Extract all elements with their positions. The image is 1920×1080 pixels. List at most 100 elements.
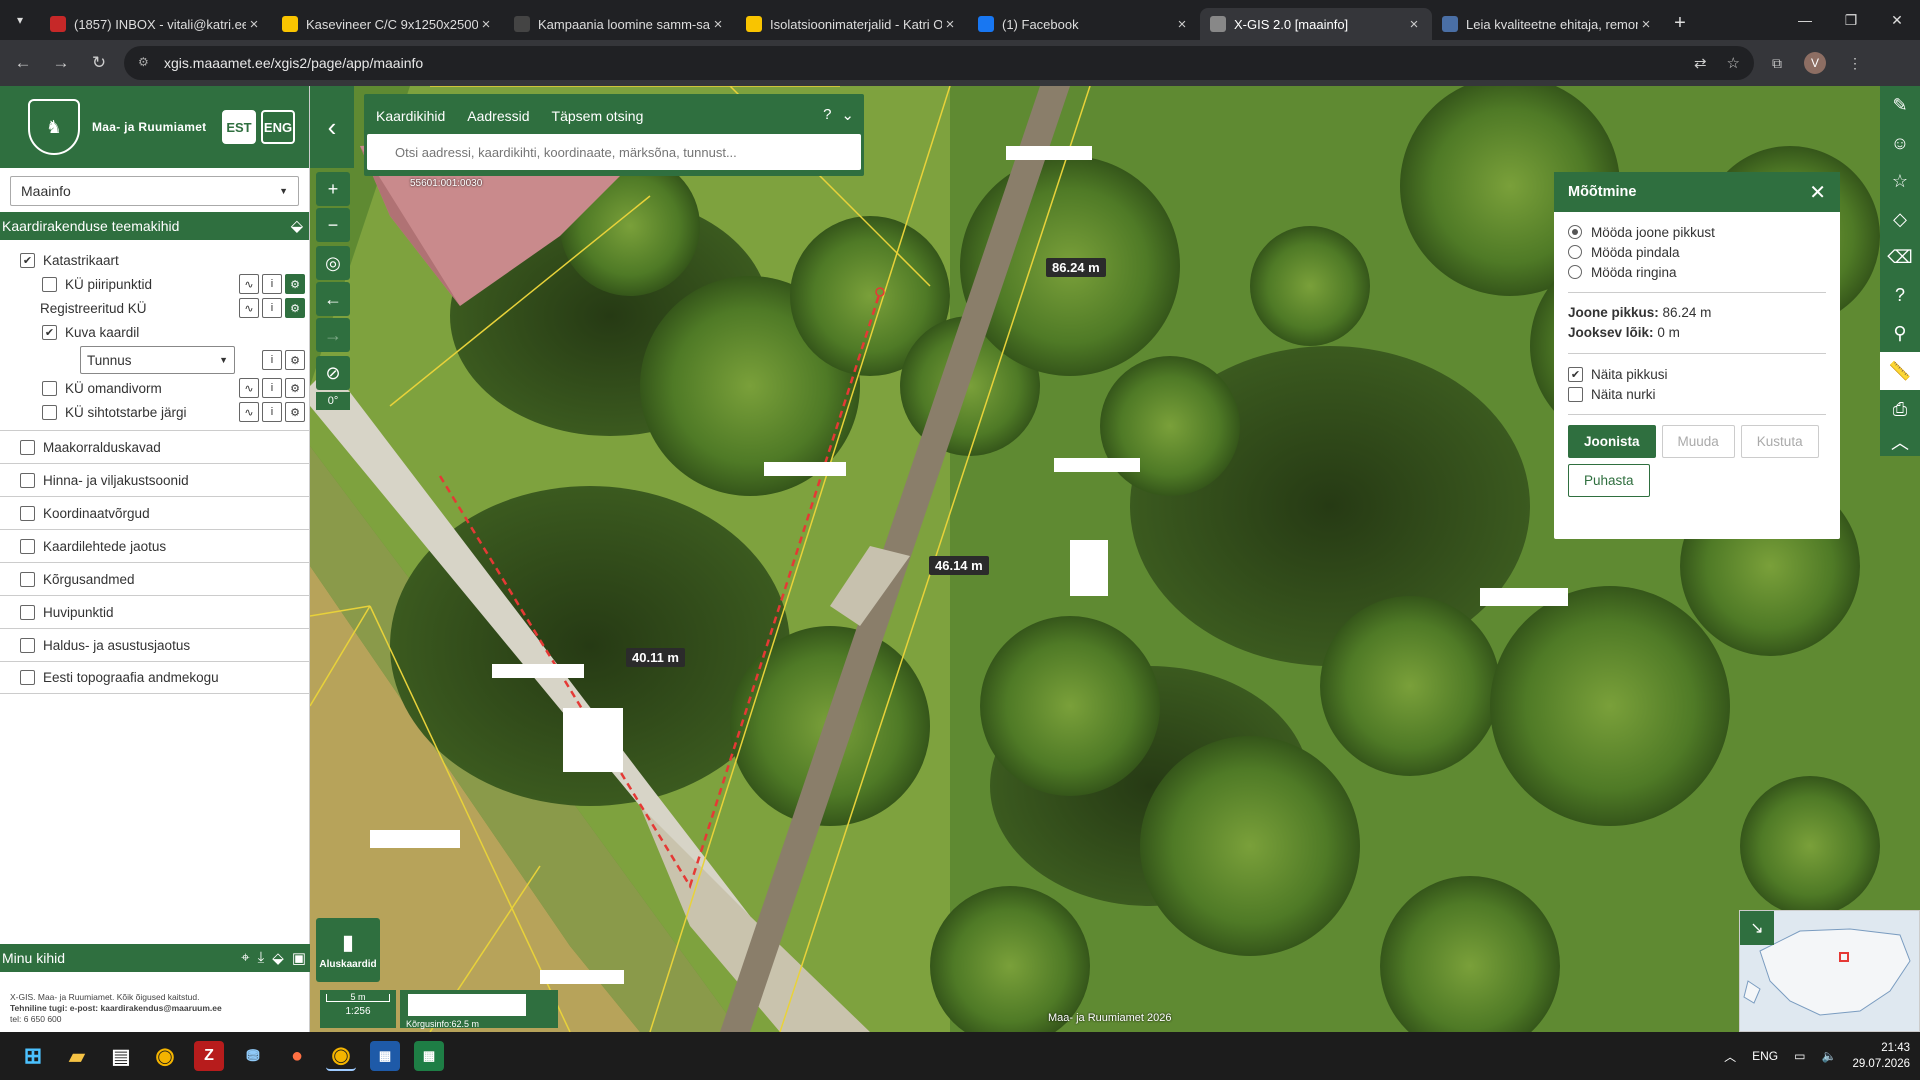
extensions-icon[interactable]: ⧉ bbox=[1772, 55, 1782, 72]
help-icon[interactable]: ? bbox=[1880, 276, 1920, 314]
volume-icon[interactable]: 🔈 bbox=[1821, 1049, 1836, 1063]
browser-tab[interactable]: Isolatsioonimaterjalid - Katri OÜ × bbox=[736, 8, 968, 40]
checkbox-checked[interactable]: ✔ bbox=[20, 252, 35, 268]
close-tab-icon[interactable]: × bbox=[1406, 16, 1422, 33]
overview-map[interactable]: ↘ bbox=[1739, 910, 1920, 1032]
radio-length[interactable]: Mööda joone pikkust bbox=[1568, 222, 1826, 242]
close-tab-icon[interactable]: × bbox=[710, 16, 726, 33]
settings-icon[interactable]: ⚙ bbox=[285, 350, 305, 370]
folder-add-icon[interactable]: ▣ bbox=[292, 949, 306, 967]
browser-tab[interactable]: Kampaania loomine samm-sam × bbox=[504, 8, 736, 40]
settings-icon[interactable]: ⚙ bbox=[285, 402, 305, 422]
close-tab-icon[interactable]: × bbox=[942, 16, 958, 33]
delete-button[interactable]: Kustuta bbox=[1740, 425, 1819, 458]
layer-katastrikaart[interactable]: ✔ Katastrikaart bbox=[0, 248, 309, 272]
checkbox-checked[interactable]: ✔ bbox=[42, 324, 57, 340]
checkbox[interactable] bbox=[20, 505, 35, 521]
compass-icon[interactable]: ⊘ bbox=[316, 356, 350, 390]
layer-group[interactable]: Kõrgusandmed bbox=[0, 562, 309, 595]
spreadsheet-app-icon[interactable]: ▦ bbox=[414, 1041, 444, 1071]
checkbox[interactable] bbox=[20, 604, 35, 620]
settings-icon[interactable]: ⚙ bbox=[285, 378, 305, 398]
favorites-star-icon[interactable]: ☆ bbox=[1880, 162, 1920, 200]
tab-kaardikihid[interactable]: Kaardikihid bbox=[376, 108, 445, 124]
translate-icon[interactable]: ⇄ bbox=[1694, 54, 1707, 72]
search-input[interactable] bbox=[367, 134, 861, 170]
forward-icon[interactable]: → bbox=[46, 48, 76, 78]
settings-icon[interactable]: ⚙ bbox=[285, 274, 305, 294]
locate-me-button[interactable]: ◎ bbox=[316, 246, 350, 280]
clear-button[interactable]: Puhasta bbox=[1568, 464, 1650, 497]
chrome-icon[interactable]: ◉ bbox=[150, 1041, 180, 1071]
info-icon[interactable]: i bbox=[262, 402, 282, 422]
compare-icon[interactable]: ◇ bbox=[1880, 200, 1920, 238]
theme-select[interactable]: Maainfo ▼ bbox=[10, 176, 299, 206]
notepad-icon[interactable]: ▤ bbox=[106, 1041, 136, 1071]
address-bar[interactable]: ⚙ xgis.maaamet.ee/xgis2/page/app/maainfo… bbox=[124, 46, 1754, 80]
legend-icon[interactable]: ∿ bbox=[239, 298, 259, 318]
edit-button[interactable]: Muuda bbox=[1661, 425, 1735, 458]
site-info-icon[interactable]: ⚙ bbox=[138, 55, 154, 71]
network-icon[interactable]: ▭ bbox=[1794, 1049, 1805, 1063]
tab-tapsem-otsing[interactable]: Täpsem otsing bbox=[552, 108, 644, 124]
info-icon[interactable]: i bbox=[262, 298, 282, 318]
help-icon[interactable]: ? bbox=[823, 106, 831, 124]
radio[interactable] bbox=[1568, 265, 1582, 279]
user-icon[interactable]: ☺ bbox=[1880, 124, 1920, 162]
scale-ratio[interactable]: 1:256 bbox=[320, 1006, 396, 1017]
legend-icon[interactable]: ∿ bbox=[239, 274, 259, 294]
eraser-icon[interactable]: ⌫ bbox=[1880, 238, 1920, 276]
layer-group[interactable]: Huvipunktid bbox=[0, 595, 309, 628]
tab-aadressid[interactable]: Aadressid bbox=[467, 108, 529, 124]
input-language[interactable]: ENG bbox=[1752, 1049, 1778, 1063]
app-icon[interactable]: ⛃ bbox=[238, 1041, 268, 1071]
layer-piiripunktid[interactable]: KÜ piiripunktid ∿ i ⚙ bbox=[0, 272, 309, 296]
layer-group[interactable]: Koordinaatvõrgud bbox=[0, 496, 309, 529]
filezilla-icon[interactable]: Z bbox=[194, 1041, 224, 1071]
show-lengths-option[interactable]: ✔ Näita pikkusi bbox=[1568, 364, 1826, 384]
back-icon[interactable]: ← bbox=[8, 48, 38, 78]
layers-add-icon[interactable]: ⬙ bbox=[272, 949, 284, 967]
firefox-icon[interactable]: ● bbox=[282, 1041, 312, 1071]
layer-group[interactable]: Eesti topograafia andmekogu bbox=[0, 661, 309, 694]
close-window-icon[interactable]: ✕ bbox=[1874, 0, 1920, 40]
checkbox[interactable] bbox=[20, 637, 35, 653]
lang-est-button[interactable]: EST bbox=[222, 110, 256, 144]
checkbox[interactable] bbox=[20, 538, 35, 554]
zoom-out-button[interactable]: − bbox=[316, 208, 350, 242]
browser-tab[interactable]: X-GIS 2.0 [maainfo] × bbox=[1200, 8, 1432, 40]
checkbox-checked[interactable]: ✔ bbox=[1568, 366, 1583, 382]
checkbox[interactable] bbox=[20, 439, 35, 455]
layer-sihtotstarve[interactable]: KÜ sihtotstarbe järgi ∿ i ⚙ bbox=[0, 400, 309, 424]
zoom-in-button[interactable]: + bbox=[316, 172, 350, 206]
chevron-up-icon[interactable]: ︿ bbox=[1880, 428, 1920, 456]
radio-selected[interactable] bbox=[1568, 225, 1582, 239]
layer-group[interactable]: Kaardilehtede jaotus bbox=[0, 529, 309, 562]
checkbox[interactable] bbox=[42, 380, 57, 396]
collapse-overview-icon[interactable]: ↘ bbox=[1740, 911, 1774, 945]
layers-collapse-icon[interactable]: ⬙ bbox=[291, 216, 303, 236]
browser-tab[interactable]: Leia kvaliteetne ehitaja, remon × bbox=[1432, 8, 1664, 40]
close-tab-icon[interactable]: × bbox=[1638, 16, 1654, 33]
show-corners-option[interactable]: Näita nurki bbox=[1568, 384, 1826, 404]
layer-kuva-kaardil[interactable]: ✔ Kuva kaardil bbox=[0, 320, 309, 344]
radio[interactable] bbox=[1568, 245, 1582, 259]
lang-eng-button[interactable]: ENG bbox=[261, 110, 295, 144]
reload-icon[interactable]: ↻ bbox=[84, 48, 114, 78]
print-icon[interactable]: ⎙ bbox=[1880, 390, 1920, 428]
browser-tab[interactable]: Kasevineer C/C 9x1250x2500 ex × bbox=[272, 8, 504, 40]
tab-search-button[interactable]: ▾ bbox=[0, 0, 40, 40]
previous-view-button[interactable]: ← bbox=[316, 282, 350, 316]
profile-avatar[interactable]: V bbox=[1804, 52, 1826, 74]
checkbox[interactable] bbox=[42, 276, 57, 292]
close-icon[interactable]: ✕ bbox=[1809, 180, 1826, 205]
info-icon[interactable]: i bbox=[262, 350, 282, 370]
ruler-icon[interactable]: 📏 bbox=[1880, 352, 1920, 390]
layer-group[interactable]: Maakorralduskavad bbox=[0, 430, 309, 463]
bookmark-star-icon[interactable]: ☆ bbox=[1727, 54, 1740, 72]
checkbox[interactable] bbox=[20, 670, 35, 685]
location-pin-icon[interactable]: ⚲ bbox=[1880, 314, 1920, 352]
chrome-active-icon[interactable]: ◉ bbox=[326, 1041, 356, 1071]
document-app-icon[interactable]: ▦ bbox=[370, 1041, 400, 1071]
locate-layer-icon[interactable]: ⌖ bbox=[241, 949, 249, 967]
